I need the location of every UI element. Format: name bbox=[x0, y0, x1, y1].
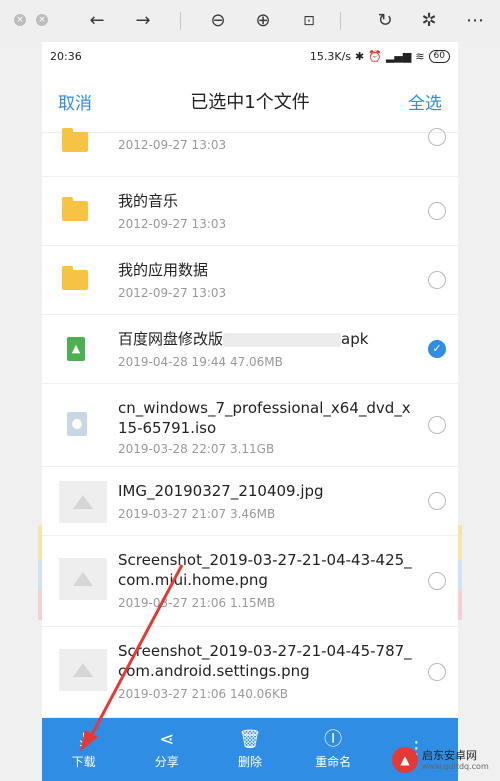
file-meta: 2019-03-27 21:07 3.46MB bbox=[118, 507, 276, 521]
alarm-icon: ⏰ bbox=[368, 49, 382, 63]
file-meta: 2012-09-27 13:03 bbox=[118, 286, 227, 300]
list-item[interactable]: ▲ 百度网盘修改版 apk 2019-04-28 19:44 47.06MB ✓ bbox=[42, 315, 458, 384]
toolbar-divider bbox=[340, 12, 341, 30]
zoom-in-icon[interactable]: ⊕ bbox=[250, 8, 276, 34]
select-checkbox[interactable] bbox=[428, 492, 446, 510]
network-speed: 15.3K/s bbox=[309, 49, 352, 63]
folder-icon bbox=[62, 266, 88, 290]
file-meta: 2019-03-27 21:06 140.06KB bbox=[118, 687, 289, 701]
image-thumbnail-icon bbox=[59, 558, 107, 600]
select-checkbox[interactable] bbox=[428, 128, 446, 146]
file-name-suffix: apk bbox=[341, 330, 369, 348]
bluetooth-icon: ✱ bbox=[355, 49, 365, 63]
fit-to-window-icon[interactable]: ⊡ bbox=[296, 8, 322, 34]
trash-icon: 🗑 bbox=[238, 729, 262, 750]
page-title: 已选中1个文件 bbox=[190, 92, 310, 113]
delete-label: 删除 bbox=[237, 755, 262, 769]
viewer-toolbar: × × ← → ⊖ ⊕ ⊡ ↻ ✲ ⋯ bbox=[0, 0, 500, 42]
select-checkbox-checked[interactable]: ✓ bbox=[428, 340, 446, 358]
select-checkbox[interactable] bbox=[428, 271, 446, 289]
battery-indicator: 60 bbox=[428, 49, 450, 63]
download-button[interactable]: ⤓ 下载 bbox=[49, 729, 119, 770]
file-name: 百度网盘修改版 apk bbox=[118, 329, 418, 349]
share-icon: ⋖ bbox=[159, 729, 175, 750]
download-icon: ⤓ bbox=[79, 729, 88, 750]
file-meta: 2012-09-27 13:03 bbox=[118, 138, 227, 152]
side-strip bbox=[458, 560, 462, 590]
file-meta: 2012-09-27 13:03 bbox=[118, 217, 227, 231]
rename-icon: Ⓘ bbox=[324, 729, 343, 750]
image-thumbnail-icon bbox=[59, 481, 107, 523]
rename-button[interactable]: Ⓘ 重命名 bbox=[298, 729, 368, 770]
select-checkbox[interactable] bbox=[428, 416, 446, 434]
file-meta: 2019-03-27 21:06 1.15MB bbox=[118, 596, 276, 610]
file-name-prefix: 百度网盘修改版 bbox=[118, 330, 224, 348]
watermark-url: www.qdltdq.com bbox=[422, 762, 489, 771]
list-item[interactable]: 2012-09-27 13:03 bbox=[42, 128, 458, 177]
watermark-title: 启东安卓网 bbox=[422, 749, 477, 762]
image-thumbnail-icon bbox=[59, 649, 107, 691]
minimize-window-icon[interactable]: × bbox=[36, 14, 48, 26]
more-icon[interactable]: ⋯ bbox=[462, 8, 488, 34]
file-meta: 2019-04-28 19:44 47.06MB bbox=[118, 355, 283, 369]
status-time: 20:36 bbox=[50, 49, 82, 63]
close-window-icon[interactable]: × bbox=[14, 14, 26, 26]
select-all-button[interactable]: 全选 bbox=[408, 89, 442, 114]
side-strip bbox=[458, 525, 462, 560]
wifi-icon: ≋ bbox=[415, 49, 425, 63]
folder-icon bbox=[62, 197, 88, 221]
android-apk-icon: ▲ bbox=[67, 337, 85, 361]
file-name: Screenshot_2019-03-27-21-04-43-425_com.m… bbox=[118, 551, 412, 589]
file-name: Screenshot_2019-03-27-21-04-45-787_com.a… bbox=[118, 642, 412, 680]
list-item[interactable]: Screenshot_2019-03-27-21-04-43-425_com.m… bbox=[42, 536, 458, 627]
status-bar: 20:36 15.3K/s ✱ ⏰ ▂▄▆ ≋ 60 bbox=[42, 42, 458, 70]
list-item[interactable]: 我的音乐 2012-09-27 13:03 bbox=[42, 177, 458, 246]
file-name: 我的应用数据 bbox=[118, 261, 209, 279]
disc-image-icon bbox=[67, 412, 87, 436]
watermark-logo-icon: ▲ bbox=[392, 747, 418, 773]
list-item[interactable]: IMG_20190327_210409.jpg 2019-03-27 21:07… bbox=[42, 467, 458, 536]
signal-icon: ▂▄▆ bbox=[385, 49, 412, 63]
watermark-text: 启东安卓网 www.qdltdq.com bbox=[422, 749, 489, 771]
file-name: 我的音乐 bbox=[118, 192, 179, 210]
download-label: 下载 bbox=[71, 755, 96, 769]
back-icon[interactable]: ← bbox=[84, 8, 110, 34]
watermark: ▲ 启东安卓网 www.qdltdq.com bbox=[392, 742, 500, 778]
delete-button[interactable]: 🗑 删除 bbox=[215, 729, 285, 770]
select-checkbox[interactable] bbox=[428, 663, 446, 681]
zoom-out-icon[interactable]: ⊖ bbox=[205, 8, 231, 34]
forward-icon[interactable]: → bbox=[130, 8, 156, 34]
phone-screen: 20:36 15.3K/s ✱ ⏰ ▂▄▆ ≋ 60 取消 已选中1个文件 全选… bbox=[42, 42, 458, 781]
file-name: cn_windows_7_professional_x64_dvd_x15-65… bbox=[118, 399, 411, 437]
list-item[interactable]: Screenshot_2019-03-27-21-04-45-787_com.a… bbox=[42, 627, 458, 718]
share-label: 分享 bbox=[154, 755, 179, 769]
cancel-button[interactable]: 取消 bbox=[58, 89, 92, 114]
list-item[interactable]: cn_windows_7_professional_x64_dvd_x15-65… bbox=[42, 384, 458, 467]
list-item[interactable]: 我的应用数据 2012-09-27 13:03 bbox=[42, 246, 458, 315]
rotate-icon[interactable]: ↻ bbox=[372, 8, 398, 34]
file-name: IMG_20190327_210409.jpg bbox=[118, 482, 324, 500]
side-strip bbox=[458, 590, 462, 620]
file-meta: 2019-03-28 22:07 3.11GB bbox=[118, 442, 275, 456]
share-button[interactable]: ⋖ 分享 bbox=[132, 729, 202, 770]
rename-label: 重命名 bbox=[315, 755, 352, 769]
file-list: 2012-09-27 13:03 我的音乐 2012-09-27 13:03 我… bbox=[42, 128, 458, 718]
folder-icon bbox=[62, 128, 88, 152]
toolbar-divider bbox=[180, 12, 181, 30]
selection-header: 取消 已选中1个文件 全选 bbox=[42, 70, 458, 133]
magic-wand-icon[interactable]: ✲ bbox=[416, 8, 442, 34]
status-icons: 15.3K/s ✱ ⏰ ▂▄▆ ≋ 60 bbox=[309, 49, 450, 63]
select-checkbox[interactable] bbox=[428, 572, 446, 590]
select-checkbox[interactable] bbox=[428, 202, 446, 220]
blurred-text bbox=[223, 332, 342, 347]
